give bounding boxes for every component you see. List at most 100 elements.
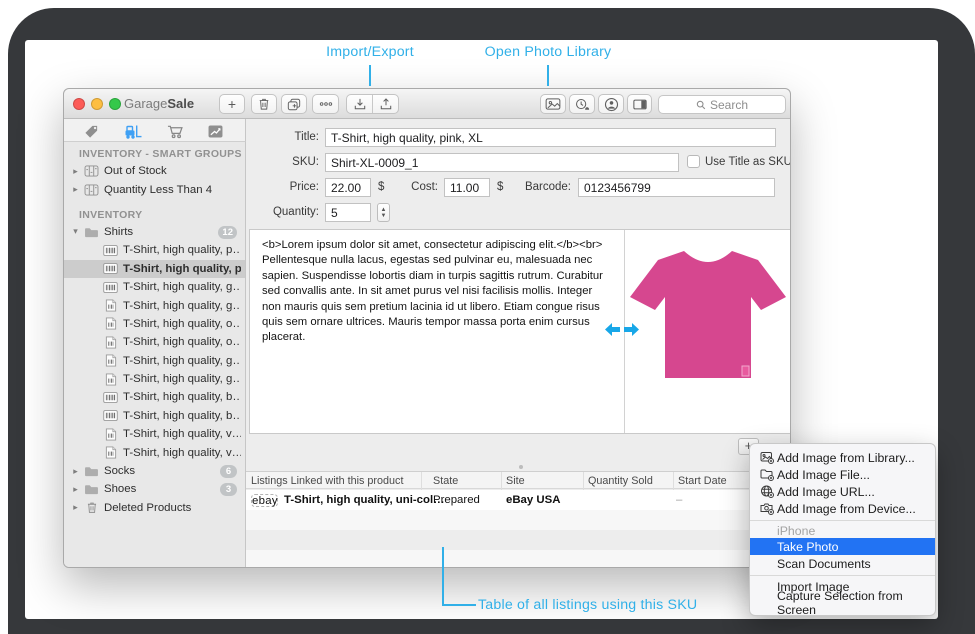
listing-row[interactable]: ebay T-Shirt, high quality, uni-col… Pre… — [246, 490, 791, 510]
tab-tags[interactable] — [81, 123, 101, 139]
table-empty-row — [246, 510, 791, 530]
sidebar-item-shirt[interactable]: T-Shirt, high quality, g… — [64, 370, 245, 388]
sidebar-item-out-of-stock[interactable]: ▸ Out of Stock — [64, 162, 245, 180]
accounts-button[interactable] — [598, 94, 624, 114]
use-title-as-sku-checkbox[interactable] — [687, 155, 700, 168]
search-icon — [696, 100, 706, 110]
menu-item-capture-selection[interactable]: Capture Selection from Screen — [750, 595, 935, 611]
minimize-button[interactable] — [91, 98, 103, 110]
sidebar-item-label: T-Shirt, high quality, b… — [123, 410, 241, 422]
menu-item-add-from-device[interactable]: Add Image from Device... — [750, 500, 935, 517]
sidebar-item-label: Deleted Products — [104, 502, 191, 514]
menu-item-take-photo[interactable]: Take Photo — [750, 538, 935, 555]
column-header[interactable]: Start Date — [678, 475, 727, 487]
scheduled-events-button[interactable] — [569, 94, 595, 114]
sidebar-item-label: T-Shirt, high quality, p… — [123, 244, 241, 256]
sidebar-item-label: T-Shirt, high quality, g… — [123, 373, 241, 385]
close-button[interactable] — [73, 98, 85, 110]
column-header[interactable]: Quantity Sold — [588, 475, 653, 487]
sidebar-item-label: T-Shirt, high quality, p… — [123, 263, 241, 275]
sidebar-item-label: Shirts — [104, 226, 133, 238]
disclosure-triangle[interactable]: ▸ — [69, 466, 82, 477]
sidebar-item-label: T-Shirt, high quality, g… — [123, 355, 241, 367]
annotation-import-export: Import/Export — [290, 44, 450, 60]
photo-library-button[interactable] — [540, 94, 566, 114]
sidebar-item-label: T-Shirt, high quality, g… — [123, 281, 241, 293]
use-title-as-sku-label: Use Title as SKU — [705, 156, 791, 168]
sidebar-section-smart-groups: INVENTORY - SMART GROUPS — [64, 142, 245, 162]
listing-site: eBay USA — [506, 494, 560, 506]
garagesale-window: GarageSale + — [63, 88, 791, 568]
sidebar-folder-socks[interactable]: ▸ Socks 6 — [64, 462, 245, 480]
column-header[interactable]: Listings Linked with this product — [251, 475, 403, 487]
sidebar-item-shirt[interactable]: T-Shirt, high quality, b… — [64, 388, 245, 406]
panel-toggle-icon — [633, 99, 647, 110]
sidebar-item-shirt[interactable]: T-Shirt, high quality, p… — [64, 241, 245, 259]
sidebar-item-quantity-less-than-4[interactable]: ▸ Quantity Less Than 4 — [64, 180, 245, 198]
splitter-handle-dot[interactable] — [519, 465, 523, 469]
description-image-panel: <b>Lorem ipsum dolor sit amet, consectet… — [249, 229, 791, 434]
export-button[interactable] — [373, 95, 398, 113]
sidebar-item-shirt[interactable]: T-Shirt, high quality, o… — [64, 315, 245, 333]
tag-icon — [84, 124, 99, 139]
folder-icon — [82, 483, 101, 495]
sku-field[interactable] — [325, 153, 679, 172]
sidebar-item-shirt[interactable]: T-Shirt, high quality, v… — [64, 425, 245, 443]
tab-statistics[interactable] — [205, 123, 225, 139]
titlebar[interactable]: GarageSale + — [64, 89, 790, 119]
quantity-field[interactable] — [325, 203, 371, 222]
arrow-right-icon — [624, 323, 639, 336]
page-item-icon — [101, 428, 120, 441]
delete-button[interactable] — [251, 94, 277, 114]
disclosure-triangle[interactable]: ▸ — [69, 502, 82, 513]
camera-plus-icon — [758, 502, 775, 515]
pane-splitter[interactable] — [605, 323, 639, 336]
column-header[interactable]: State — [433, 475, 458, 487]
sidebar-item-shirt[interactable]: T-Shirt, high quality, b… — [64, 407, 245, 425]
sidebar-item-deleted-products[interactable]: ▸ Deleted Products — [64, 499, 245, 517]
sidebar-folder-shirts[interactable]: ▾ Shirts 12 — [64, 223, 245, 241]
cost-label: Cost: — [374, 181, 438, 193]
sidebar-item-shirt[interactable]: T-Shirt, high quality, g… — [64, 352, 245, 370]
duplicate-button[interactable] — [281, 94, 307, 114]
sidebar-item-shirt-selected[interactable]: T-Shirt, high quality, p… — [64, 260, 245, 278]
barcode-field[interactable] — [578, 178, 775, 197]
disclosure-triangle[interactable]: ▾ — [69, 226, 82, 237]
search-input[interactable]: Search — [658, 95, 786, 114]
sidebar-item-shirt[interactable]: T-Shirt, high quality, g… — [64, 278, 245, 296]
disclosure-triangle[interactable]: ▸ — [69, 484, 82, 495]
menu-item-add-url[interactable]: Add Image URL... — [750, 483, 935, 500]
cost-field[interactable] — [444, 178, 490, 197]
tab-inventory-active[interactable] — [123, 123, 143, 139]
sidebar-item-shirt[interactable]: T-Shirt, high quality, v… — [64, 443, 245, 461]
plus-icon: + — [228, 96, 236, 112]
stepper-down-icon: ▼ — [381, 213, 387, 219]
title-field[interactable] — [325, 128, 776, 147]
sidebar-item-label: T-Shirt, high quality, v… — [123, 447, 241, 459]
menu-item-scan-documents[interactable]: Scan Documents — [750, 555, 935, 572]
smart-folder-icon — [82, 184, 101, 196]
zoom-button[interactable] — [109, 98, 121, 110]
quantity-stepper[interactable]: ▲▼ — [377, 203, 390, 222]
tab-listings[interactable] — [165, 123, 185, 139]
import-button[interactable] — [347, 95, 373, 113]
disclosure-triangle[interactable]: ▸ — [69, 166, 82, 177]
photo-icon — [545, 98, 561, 110]
price-field[interactable] — [325, 178, 371, 197]
menu-item-add-file[interactable]: Add Image File... — [750, 466, 935, 483]
toggle-inspector-button[interactable] — [627, 94, 652, 114]
sidebar-section-inventory: INVENTORY — [64, 199, 245, 223]
menu-item-label: Capture Selection from Screen — [777, 589, 935, 617]
description-editor[interactable]: <b>Lorem ipsum dolor sit amet, consectet… — [250, 230, 624, 433]
new-item-button[interactable]: + — [219, 94, 245, 114]
menu-item-add-from-library[interactable]: Add Image from Library... — [750, 449, 935, 466]
sidebar-item-shirt[interactable]: T-Shirt, high quality, o… — [64, 333, 245, 351]
column-header[interactable]: Site — [506, 475, 525, 487]
sidebar-tabstrip — [64, 119, 246, 142]
clock-bell-icon — [574, 98, 590, 111]
tshirt-image — [628, 247, 788, 382]
disclosure-triangle[interactable]: ▸ — [69, 184, 82, 195]
sidebar-folder-shoes[interactable]: ▸ Shoes 3 — [64, 480, 245, 498]
sidebar-item-shirt[interactable]: T-Shirt, high quality, g… — [64, 296, 245, 314]
more-actions-button[interactable] — [312, 94, 339, 114]
